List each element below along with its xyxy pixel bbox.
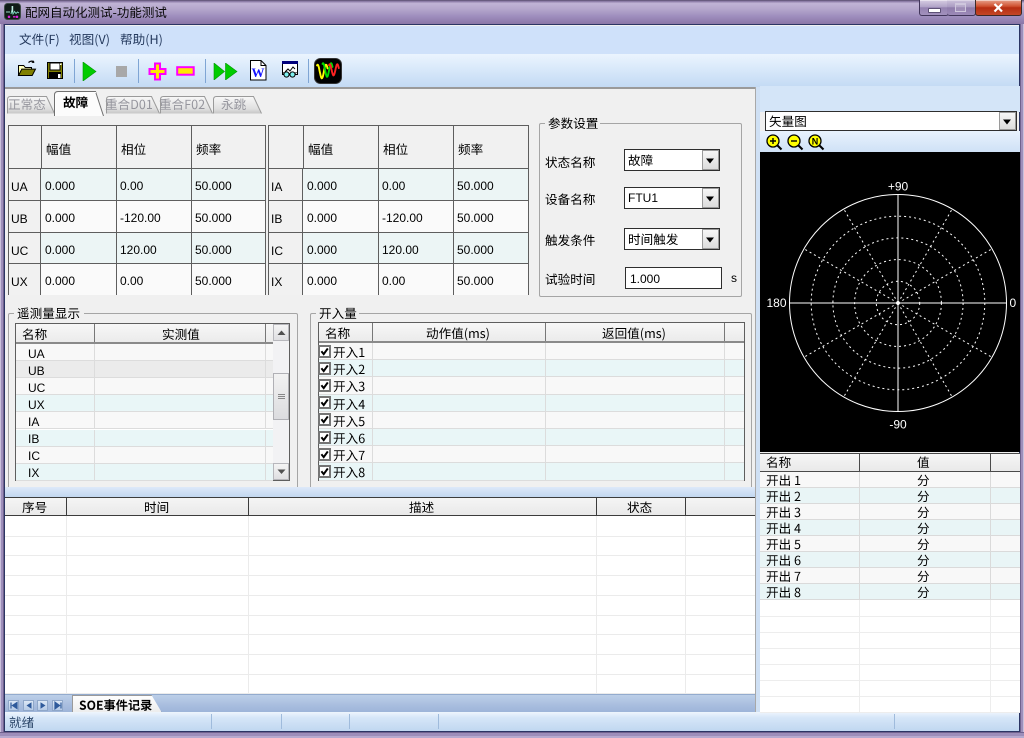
svg-text:180: 180	[766, 296, 786, 310]
svg-text:W: W	[252, 65, 265, 80]
svg-text:+90: +90	[888, 180, 909, 194]
svg-text:0: 0	[1010, 296, 1017, 310]
svg-text:-90: -90	[889, 418, 907, 432]
svg-text:N: N	[812, 137, 819, 147]
